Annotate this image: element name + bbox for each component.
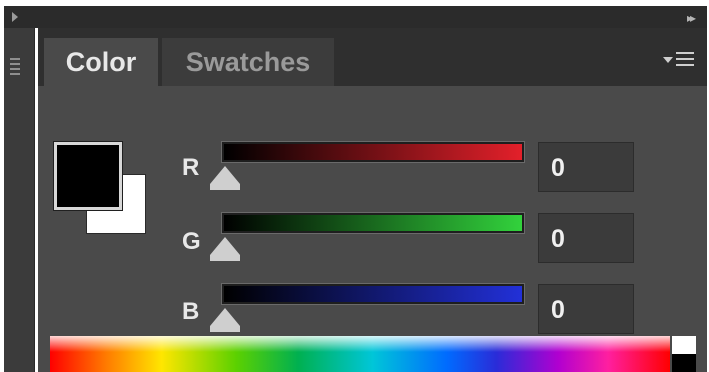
blue-slider-ramp[interactable] xyxy=(222,284,524,304)
red-value-field[interactable]: 0 xyxy=(538,142,634,192)
panel-tab-bar: Color Swatches xyxy=(38,28,707,86)
green-value-field[interactable]: 0 xyxy=(538,213,634,263)
dock-grip-icon[interactable] xyxy=(10,58,20,78)
left-dock-strip xyxy=(4,28,35,372)
channel-label-g: G xyxy=(182,228,201,255)
panel-menu-icon[interactable] xyxy=(663,52,695,72)
tab-swatches[interactable]: Swatches xyxy=(162,38,334,86)
red-slider-thumb[interactable] xyxy=(210,166,240,190)
black-white-swatch[interactable] xyxy=(672,336,696,372)
green-slider-ramp[interactable] xyxy=(222,213,524,233)
channel-label-r: R xyxy=(182,154,200,181)
foreground-color-swatch[interactable] xyxy=(54,142,122,210)
collapse-panels-icon[interactable]: ▸▸ xyxy=(687,11,696,25)
blue-slider-thumb[interactable] xyxy=(210,308,240,332)
color-spectrum-ramp[interactable] xyxy=(50,336,670,372)
green-slider-thumb[interactable] xyxy=(210,237,240,261)
red-slider-ramp[interactable] xyxy=(222,142,524,162)
color-panel: Color Swatches R 0 G 0 B 0 xyxy=(38,28,707,372)
channel-label-b: B xyxy=(182,298,200,325)
color-panel-window: ▸▸ Color Swatches R 0 G 0 B 0 xyxy=(0,0,709,372)
color-panel-body: R 0 G 0 B 0 xyxy=(38,86,707,372)
tab-color[interactable]: Color xyxy=(44,38,158,86)
expand-left-icon[interactable] xyxy=(12,12,18,22)
blue-value-field[interactable]: 0 xyxy=(538,284,634,334)
panel-title-strip: ▸▸ xyxy=(4,6,707,28)
